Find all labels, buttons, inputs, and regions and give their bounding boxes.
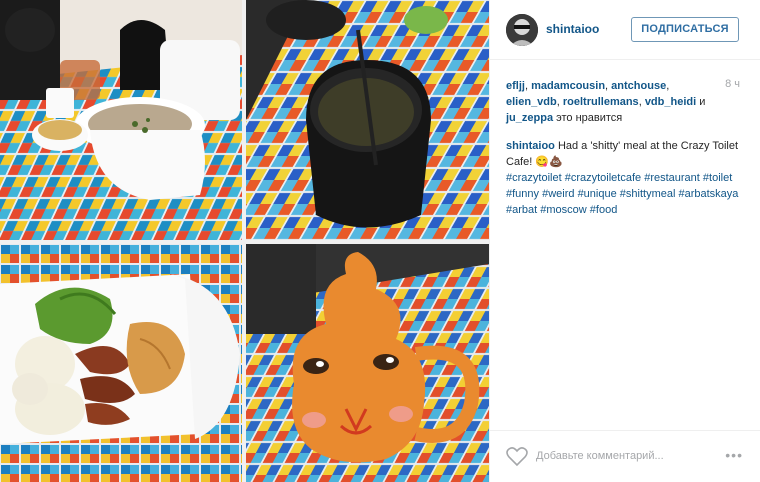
instagram-post: shintaioo ПОДПИСАТЬСЯ eflјј, madamcousin… (0, 0, 760, 482)
like-button[interactable] (506, 447, 528, 467)
likes-suffix: это нравится (553, 112, 623, 124)
caption: shintaioo Had a 'shitty' meal at the Cra… (506, 138, 746, 218)
hashtag-link[interactable]: #restaurant (644, 172, 700, 184)
likes-line: eflјј, madamcousin, antchouse, elien_vdb… (506, 80, 706, 124)
post-photo-collage[interactable] (0, 0, 489, 482)
hashtag-link[interactable]: #arbatskaya (678, 188, 738, 200)
photo-poop-mug (246, 244, 489, 482)
hashtag-link[interactable]: #weird (542, 188, 574, 200)
avatar[interactable] (506, 14, 538, 46)
liker-username[interactable]: eflјј (506, 80, 525, 92)
caption-author[interactable]: shintaioo (506, 140, 555, 152)
hashtag-link[interactable]: #food (590, 204, 618, 216)
follow-button[interactable]: ПОДПИСАТЬСЯ (631, 17, 739, 42)
photo-toilet-soup (0, 0, 242, 240)
user-avatar-icon (506, 14, 538, 46)
post-time[interactable]: 8 ч (725, 78, 740, 90)
comment-input[interactable]: Добавьте комментарий... (536, 450, 664, 462)
post-footer: Добавьте комментарий... ••• (490, 430, 760, 482)
photo-black-toilet-mug (246, 0, 489, 240)
hashtag-link[interactable]: #crazytoiletcafe (565, 172, 641, 184)
hashtag-link[interactable]: #crazytoilet (506, 172, 562, 184)
hashtag-link[interactable]: #moscow (540, 204, 586, 216)
hashtag-link[interactable]: #shittymeal (620, 188, 676, 200)
caption-emoji: 😋💩 (535, 156, 563, 168)
liker-username[interactable]: madamcousin (531, 80, 605, 92)
more-options-button[interactable]: ••• (725, 447, 743, 463)
heart-outline-icon (506, 447, 528, 467)
liker-username[interactable]: ju_zeppa (506, 112, 553, 124)
hashtag-link[interactable]: #arbat (506, 204, 537, 216)
liker-username[interactable]: elien_vdb (506, 96, 557, 108)
hashtag-link[interactable]: #toilet (703, 172, 732, 184)
post-sidebar: shintaioo ПОДПИСАТЬСЯ eflјј, madamcousin… (489, 0, 760, 482)
username[interactable]: shintaioo (546, 22, 599, 36)
hashtag-link[interactable]: #funny (506, 188, 539, 200)
liker-username[interactable]: antchouse (611, 80, 666, 92)
liker-username[interactable]: vdb_heidi (645, 96, 696, 108)
post-header: shintaioo ПОДПИСАТЬСЯ (490, 0, 760, 60)
hashtag-list: #crazytoilet #crazytoiletcafe #restauran… (506, 170, 746, 218)
liker-username[interactable]: roeltrullemans (563, 96, 639, 108)
photo-sausage-plate (0, 244, 242, 482)
hashtag-link[interactable]: #unique (578, 188, 617, 200)
